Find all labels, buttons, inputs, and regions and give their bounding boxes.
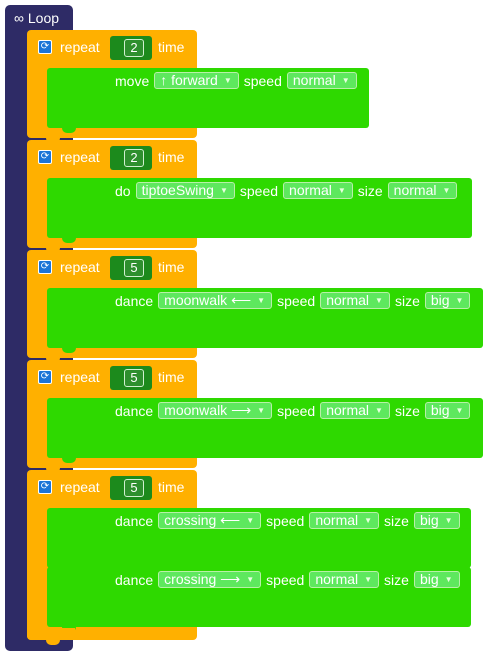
repeat-label: repeat [60,149,100,165]
speed-dropdown-value: normal [315,512,359,528]
speed-dropdown[interactable]: normal ▼ [320,292,390,309]
chevron-down-icon: ▼ [364,575,373,584]
size-dropdown-value: big [430,402,450,418]
speed-dropdown[interactable]: normal ▼ [283,182,353,199]
time-label: time [158,479,185,495]
action-verb: dance [115,292,154,309]
loop-label: ∞ Loop [14,10,60,26]
action-dropdown-value: crossing ⟶ [164,571,241,587]
action-dropdown-value: ↑ forward [160,72,218,88]
repeat-count-input[interactable]: 2 [124,39,144,57]
size-dropdown-value: big [419,571,439,587]
speed-label: speed [266,571,305,588]
chevron-down-icon: ▼ [257,406,266,415]
action-verb: dance [115,402,154,419]
chevron-down-icon: ▼ [442,186,451,195]
chevron-down-icon: ▼ [455,296,464,305]
chevron-down-icon: ▼ [341,76,350,85]
repeat-label: repeat [60,369,100,385]
speed-dropdown-value: normal [326,402,370,418]
size-dropdown-value: normal [393,182,437,198]
size-label: size [394,402,420,419]
size-dropdown[interactable]: big ▼ [413,512,460,529]
chevron-down-icon: ▼ [257,296,266,305]
repeat-icon: ⟳ [38,40,52,54]
speed-dropdown[interactable]: normal ▼ [320,402,390,419]
chevron-down-icon: ▼ [455,406,464,415]
chevron-down-icon: ▼ [444,575,453,584]
chevron-down-icon: ▼ [364,516,373,525]
action-verb: dance [115,571,154,588]
repeat-icon: ⟳ [38,260,52,274]
chevron-down-icon: ▼ [219,186,228,195]
repeat-label: repeat [60,39,100,55]
action-dropdown-value: crossing ⟵ [164,512,241,528]
speed-label: speed [243,72,282,89]
repeat-count-input[interactable]: 2 [124,149,144,167]
size-dropdown[interactable]: big ▼ [424,402,471,419]
chevron-down-icon: ▼ [375,406,383,415]
action-dropdown[interactable]: crossing ⟵ ▼ [158,512,262,529]
size-dropdown-value: big [430,292,450,308]
repeat-icon: ⟳ [38,370,52,384]
time-label: time [158,39,185,55]
speed-dropdown-value: normal [292,72,336,88]
action-verb: do [115,182,131,199]
size-dropdown[interactable]: normal ▼ [387,182,458,199]
chevron-down-icon: ▼ [337,186,346,195]
speed-label: speed [239,182,279,199]
action-dropdown[interactable]: tiptoeSwing ▼ [135,182,235,199]
speed-dropdown[interactable]: normal ▼ [286,72,357,89]
speed-label: speed [277,292,316,309]
time-label: time [158,259,185,275]
action-dropdown-value: tiptoeSwing [141,182,214,198]
action-dropdown[interactable]: crossing ⟶ ▼ [158,571,262,588]
speed-dropdown-value: normal [326,292,370,308]
chevron-down-icon: ▼ [444,516,453,525]
repeat-count-input[interactable]: 5 [124,479,144,497]
repeat-count-input[interactable]: 5 [124,369,144,387]
time-label: time [158,369,185,385]
size-label: size [384,571,409,588]
action-dropdown-value: moonwalk ⟶ [164,402,252,418]
action-dropdown[interactable]: moonwalk ⟶ ▼ [158,402,273,419]
speed-label: speed [266,512,305,529]
action-dropdown[interactable]: ↑ forward ▼ [154,72,239,89]
action-block-fields: dance moonwalk ⟵ ▼ speed normal ▼ size big ▼ [115,292,471,309]
time-label: time [158,149,185,165]
chevron-down-icon: ▼ [246,516,255,525]
action-verb: move [115,72,150,89]
repeat-label: repeat [60,259,100,275]
chevron-down-icon: ▼ [375,296,383,305]
action-block-fields: move ↑ forward ▼ speed normal ▼ [115,72,357,89]
size-dropdown[interactable]: big ▼ [424,292,471,309]
size-label: size [394,292,420,309]
speed-dropdown-value: normal [289,182,332,198]
action-block-fields: dance crossing ⟶ ▼ speed normal ▼ size big ▼ [115,571,460,588]
action-block-fields: dance crossing ⟵ ▼ speed normal ▼ size big ▼ [115,512,460,529]
speed-label: speed [277,402,316,419]
repeat-icon: ⟳ [38,480,52,494]
action-verb: dance [115,512,154,529]
speed-dropdown-value: normal [315,571,359,587]
repeat-icon: ⟳ [38,150,52,164]
repeat-label: repeat [60,479,100,495]
size-label: size [384,512,409,529]
chevron-down-icon: ▼ [223,76,232,85]
size-dropdown[interactable]: big ▼ [413,571,460,588]
speed-dropdown[interactable]: normal ▼ [309,571,380,588]
size-dropdown-value: big [419,512,439,528]
action-dropdown[interactable]: moonwalk ⟵ ▼ [158,292,273,309]
action-dropdown-value: moonwalk ⟵ [164,292,252,308]
size-label: size [357,182,383,199]
repeat-count-input[interactable]: 5 [124,259,144,277]
repeat-block-foot [27,628,75,640]
action-block-fields: do tiptoeSwing ▼ speed normal ▼ size normal ▼ [115,182,458,199]
action-block-fields: dance moonwalk ⟶ ▼ speed normal ▼ size big ▼ [115,402,471,419]
chevron-down-icon: ▼ [246,575,255,584]
speed-dropdown[interactable]: normal ▼ [309,512,380,529]
